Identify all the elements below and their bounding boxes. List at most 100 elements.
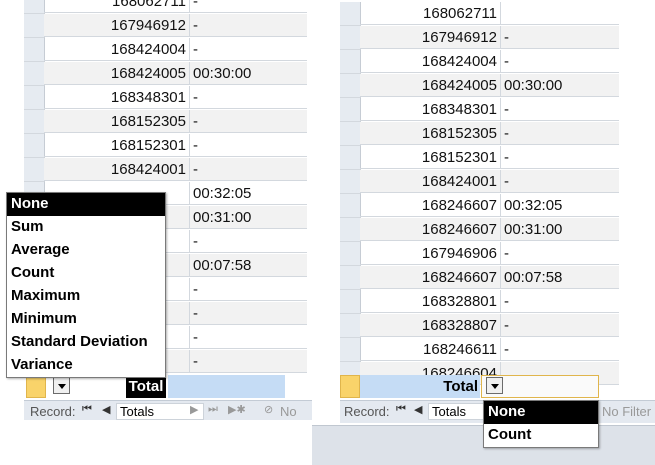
duration-cell[interactable]: - bbox=[501, 26, 619, 49]
row-selector[interactable] bbox=[24, 110, 45, 134]
row-selector[interactable] bbox=[340, 170, 361, 194]
table-row[interactable]: 167946912- bbox=[340, 26, 619, 50]
row-selector[interactable] bbox=[24, 86, 45, 110]
row-selector[interactable] bbox=[340, 146, 361, 170]
duration-cell[interactable]: 00:30:00 bbox=[501, 74, 619, 97]
duration-cell[interactable]: - bbox=[501, 338, 619, 361]
record-id-cell[interactable]: 168152301 bbox=[44, 134, 190, 157]
duration-cell[interactable]: 00:32:05 bbox=[501, 194, 619, 217]
record-id-cell[interactable]: 168062711 bbox=[360, 2, 501, 25]
duration-cell[interactable]: - bbox=[190, 350, 307, 373]
duration-cell[interactable]: 00:30:00 bbox=[190, 62, 307, 85]
row-selector[interactable] bbox=[24, 62, 45, 86]
table-row[interactable]: 168424001- bbox=[24, 158, 307, 182]
duration-cell[interactable]: - bbox=[190, 134, 307, 157]
row-selector[interactable] bbox=[340, 122, 361, 146]
table-row[interactable]: 167946906- bbox=[340, 242, 619, 266]
record-id-cell[interactable]: 168152301 bbox=[360, 146, 501, 169]
table-row[interactable]: 168152305- bbox=[340, 122, 619, 146]
duration-cell[interactable]: - bbox=[190, 0, 307, 13]
row-selector[interactable] bbox=[340, 338, 361, 362]
record-id-cell[interactable]: 168424004 bbox=[360, 50, 501, 73]
row-selector[interactable] bbox=[340, 242, 361, 266]
record-id-cell[interactable]: 167946912 bbox=[360, 26, 501, 49]
record-id-cell[interactable]: 168348301 bbox=[44, 86, 190, 109]
previous-record-icon[interactable]: ◀ bbox=[102, 403, 110, 416]
duration-cell[interactable]: - bbox=[501, 242, 619, 265]
previous-record-icon[interactable]: ◀ bbox=[414, 403, 422, 416]
table-row[interactable]: 168062711 bbox=[340, 2, 619, 26]
duration-cell[interactable]: - bbox=[190, 230, 307, 253]
record-id-cell[interactable]: 168424005 bbox=[360, 74, 501, 97]
aggregate-option-sum[interactable]: Sum bbox=[7, 216, 165, 239]
right-totals-dropdown-button[interactable] bbox=[486, 377, 503, 394]
row-selector[interactable] bbox=[340, 26, 361, 50]
aggregate-option-count[interactable]: Count bbox=[484, 424, 598, 447]
last-record-icon[interactable]: ⏭ bbox=[208, 403, 218, 416]
new-record-icon[interactable]: ▶✱ bbox=[228, 403, 246, 416]
record-search-box[interactable]: Totals bbox=[428, 403, 484, 420]
table-row[interactable]: 168424004- bbox=[340, 50, 619, 74]
row-selector[interactable] bbox=[340, 314, 361, 338]
duration-cell[interactable] bbox=[501, 2, 619, 25]
table-row[interactable]: 168246607 00:32:05 bbox=[340, 194, 619, 218]
table-row[interactable]: 168246607 00:07:58 bbox=[340, 266, 619, 290]
table-row[interactable]: 168348301- bbox=[340, 98, 619, 122]
row-selector[interactable] bbox=[24, 38, 45, 62]
record-id-cell[interactable]: 168152305 bbox=[360, 122, 501, 145]
record-id-cell[interactable]: 168246607 bbox=[360, 218, 501, 241]
record-id-cell[interactable]: 168152305 bbox=[44, 110, 190, 133]
duration-cell[interactable]: - bbox=[190, 302, 307, 325]
left-totals-row-selector[interactable] bbox=[26, 375, 46, 398]
row-selector[interactable] bbox=[340, 266, 361, 290]
table-row[interactable]: 167946912- bbox=[24, 14, 307, 38]
duration-cell[interactable]: - bbox=[501, 146, 619, 169]
filter-icon[interactable]: ⊘ bbox=[264, 403, 273, 416]
table-row[interactable]: 168152301- bbox=[24, 134, 307, 158]
row-selector[interactable] bbox=[340, 50, 361, 74]
duration-cell[interactable]: 00:07:58 bbox=[501, 266, 619, 289]
duration-cell[interactable]: - bbox=[190, 14, 307, 37]
left-totals-dropdown-button[interactable] bbox=[53, 377, 70, 394]
duration-cell[interactable]: - bbox=[190, 158, 307, 181]
record-id-cell[interactable]: 168246607 bbox=[360, 194, 501, 217]
row-selector[interactable] bbox=[24, 14, 45, 38]
table-row[interactable]: 168424005 00:30:00 bbox=[24, 62, 307, 86]
table-row[interactable]: 168328807- bbox=[340, 314, 619, 338]
duration-cell[interactable]: 00:07:58 bbox=[190, 254, 307, 277]
aggregate-option-minimum[interactable]: Minimum bbox=[7, 308, 165, 331]
record-id-cell[interactable]: 167946912 bbox=[44, 14, 190, 37]
first-record-icon[interactable]: ⏮ bbox=[82, 403, 92, 416]
filter-status-label[interactable]: No Filter bbox=[602, 404, 651, 419]
duration-cell[interactable]: - bbox=[501, 170, 619, 193]
aggregate-option-none[interactable]: None bbox=[484, 401, 598, 424]
record-id-cell[interactable]: 168328801 bbox=[360, 290, 501, 313]
record-id-cell[interactable]: 168328807 bbox=[360, 314, 501, 337]
next-record-icon[interactable]: ▶ bbox=[190, 403, 198, 416]
row-selector[interactable] bbox=[340, 218, 361, 242]
duration-cell[interactable]: 00:31:00 bbox=[501, 218, 619, 241]
left-duration-totals-cell[interactable] bbox=[168, 375, 285, 398]
duration-cell[interactable]: - bbox=[190, 278, 307, 301]
table-row[interactable]: 168424004- bbox=[24, 38, 307, 62]
table-row[interactable]: 168246611- bbox=[340, 338, 619, 362]
table-row[interactable]: 168152301- bbox=[340, 146, 619, 170]
record-id-cell[interactable]: 168424001 bbox=[360, 170, 501, 193]
aggregate-option-none[interactable]: None bbox=[7, 193, 165, 216]
row-selector[interactable] bbox=[24, 134, 45, 158]
first-record-icon[interactable]: ⏮ bbox=[396, 403, 406, 416]
record-id-cell[interactable]: 167946906 bbox=[360, 242, 501, 265]
row-selector[interactable] bbox=[340, 98, 361, 122]
row-selector[interactable] bbox=[340, 2, 361, 26]
duration-cell[interactable]: - bbox=[190, 38, 307, 61]
duration-cell[interactable]: - bbox=[501, 50, 619, 73]
duration-cell[interactable]: - bbox=[190, 326, 307, 349]
record-id-cell[interactable]: 168424004 bbox=[44, 38, 190, 61]
row-selector[interactable] bbox=[340, 194, 361, 218]
record-id-cell[interactable]: 168246611 bbox=[360, 338, 501, 361]
aggregate-option-variance[interactable]: Variance bbox=[7, 354, 165, 377]
duration-cell[interactable]: - bbox=[501, 98, 619, 121]
record-id-cell[interactable]: 168424001 bbox=[44, 158, 190, 181]
record-id-cell[interactable]: 168246607 bbox=[360, 266, 501, 289]
table-row[interactable]: 168246607 00:31:00 bbox=[340, 218, 619, 242]
